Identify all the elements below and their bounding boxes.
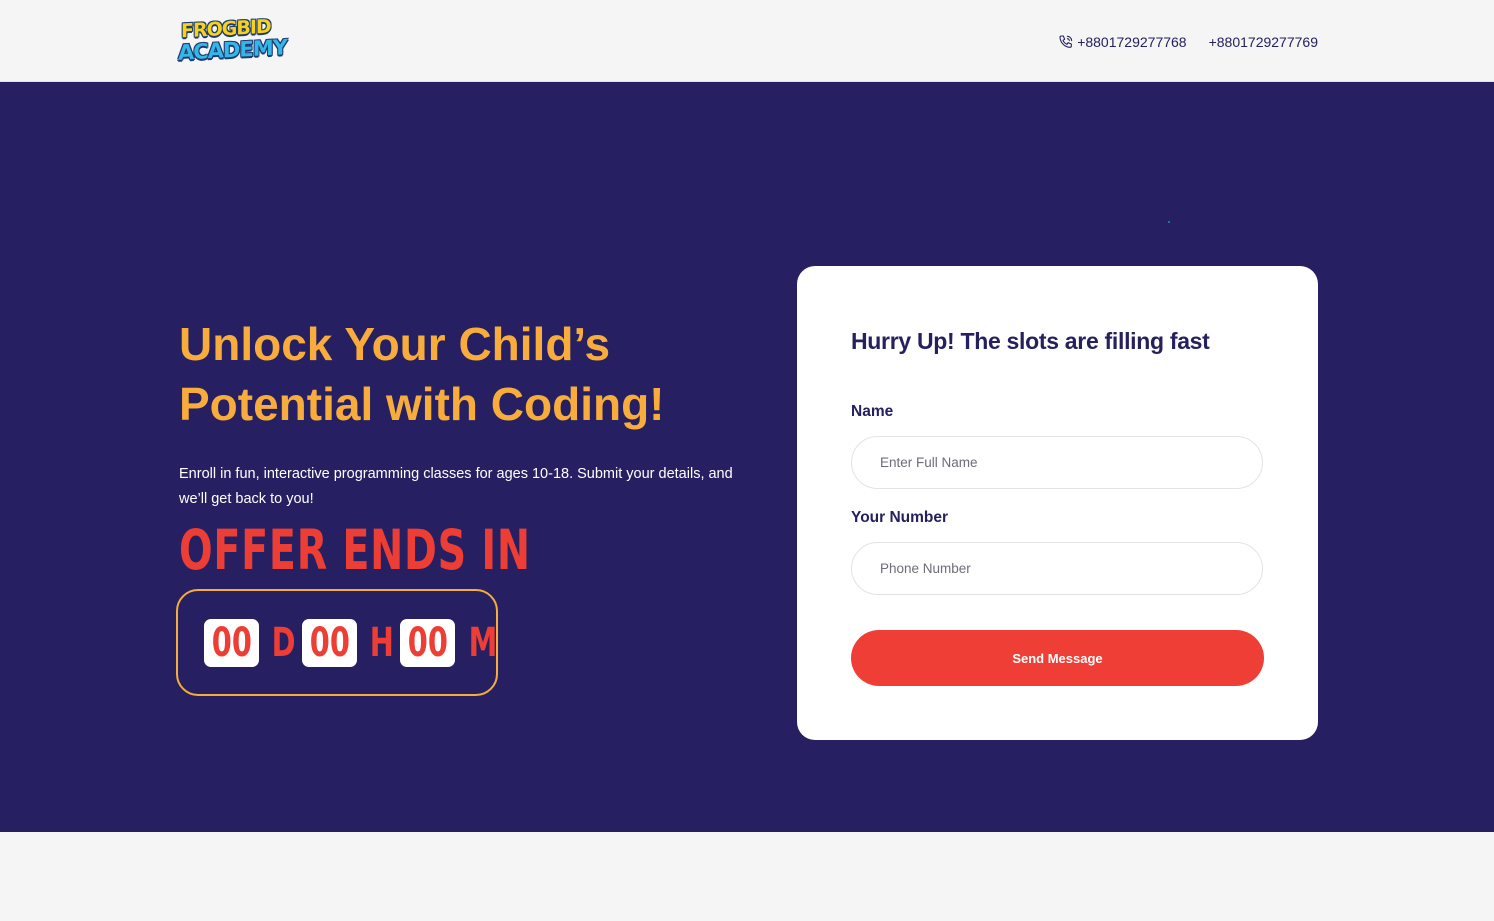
decorative-dot	[1168, 221, 1170, 223]
hero-headline: Unlock Your Child’s Potential with Codin…	[179, 318, 665, 430]
number-label: Your Number	[851, 509, 949, 526]
hero-section: Unlock Your Child’s Potential with Codin…	[0, 82, 1494, 832]
name-label: Name	[851, 403, 894, 420]
countdown-minutes-unit-label: M	[468, 620, 498, 666]
phone-number-1: +8801729277768	[1077, 34, 1187, 50]
phone-number-2: +8801729277769	[1208, 34, 1318, 50]
countdown-hours-unit: H	[365, 620, 394, 666]
countdown-hours: 00	[302, 619, 357, 667]
countdown-hours-unit-label: H	[369, 620, 394, 666]
phone-link-2[interactable]: +8801729277769	[1209, 34, 1318, 50]
countdown-minutes: 00	[400, 619, 455, 667]
countdown-timer: 00 D 00 H 00 M	[176, 589, 498, 696]
frogbid-academy-logo[interactable]: FROGBID ACADEMY	[178, 16, 287, 66]
enrollment-form: Hurry Up! The slots are filling fast Nam…	[797, 266, 1318, 740]
phone-call-icon	[1059, 35, 1073, 48]
countdown-days-unit-label: D	[271, 620, 296, 666]
logo-line-2: ACADEMY	[178, 35, 287, 65]
site-header: FROGBID ACADEMY +8801729277768 +88017292…	[0, 0, 1494, 82]
countdown-hours-value: 00	[309, 620, 350, 666]
name-input[interactable]	[851, 436, 1263, 489]
countdown-days-unit: D	[267, 620, 296, 666]
countdown-minutes-value: 00	[407, 620, 448, 666]
countdown-days-value: 00	[211, 620, 252, 666]
contact-phones: +8801729277768 +8801729277769	[1058, 34, 1318, 50]
countdown-minutes-unit: M	[463, 620, 498, 666]
phone-number-input[interactable]	[851, 542, 1263, 595]
offer-ends-title: OFFER ENDS IN	[179, 518, 531, 582]
countdown-days: 00	[204, 619, 259, 667]
phone-link-1[interactable]: +8801729277768	[1058, 34, 1187, 50]
form-title: Hurry Up! The slots are filling fast	[851, 328, 1210, 354]
send-message-button[interactable]: Send Message	[851, 630, 1264, 686]
hero-subtext: Enroll in fun, interactive programming c…	[179, 466, 733, 507]
